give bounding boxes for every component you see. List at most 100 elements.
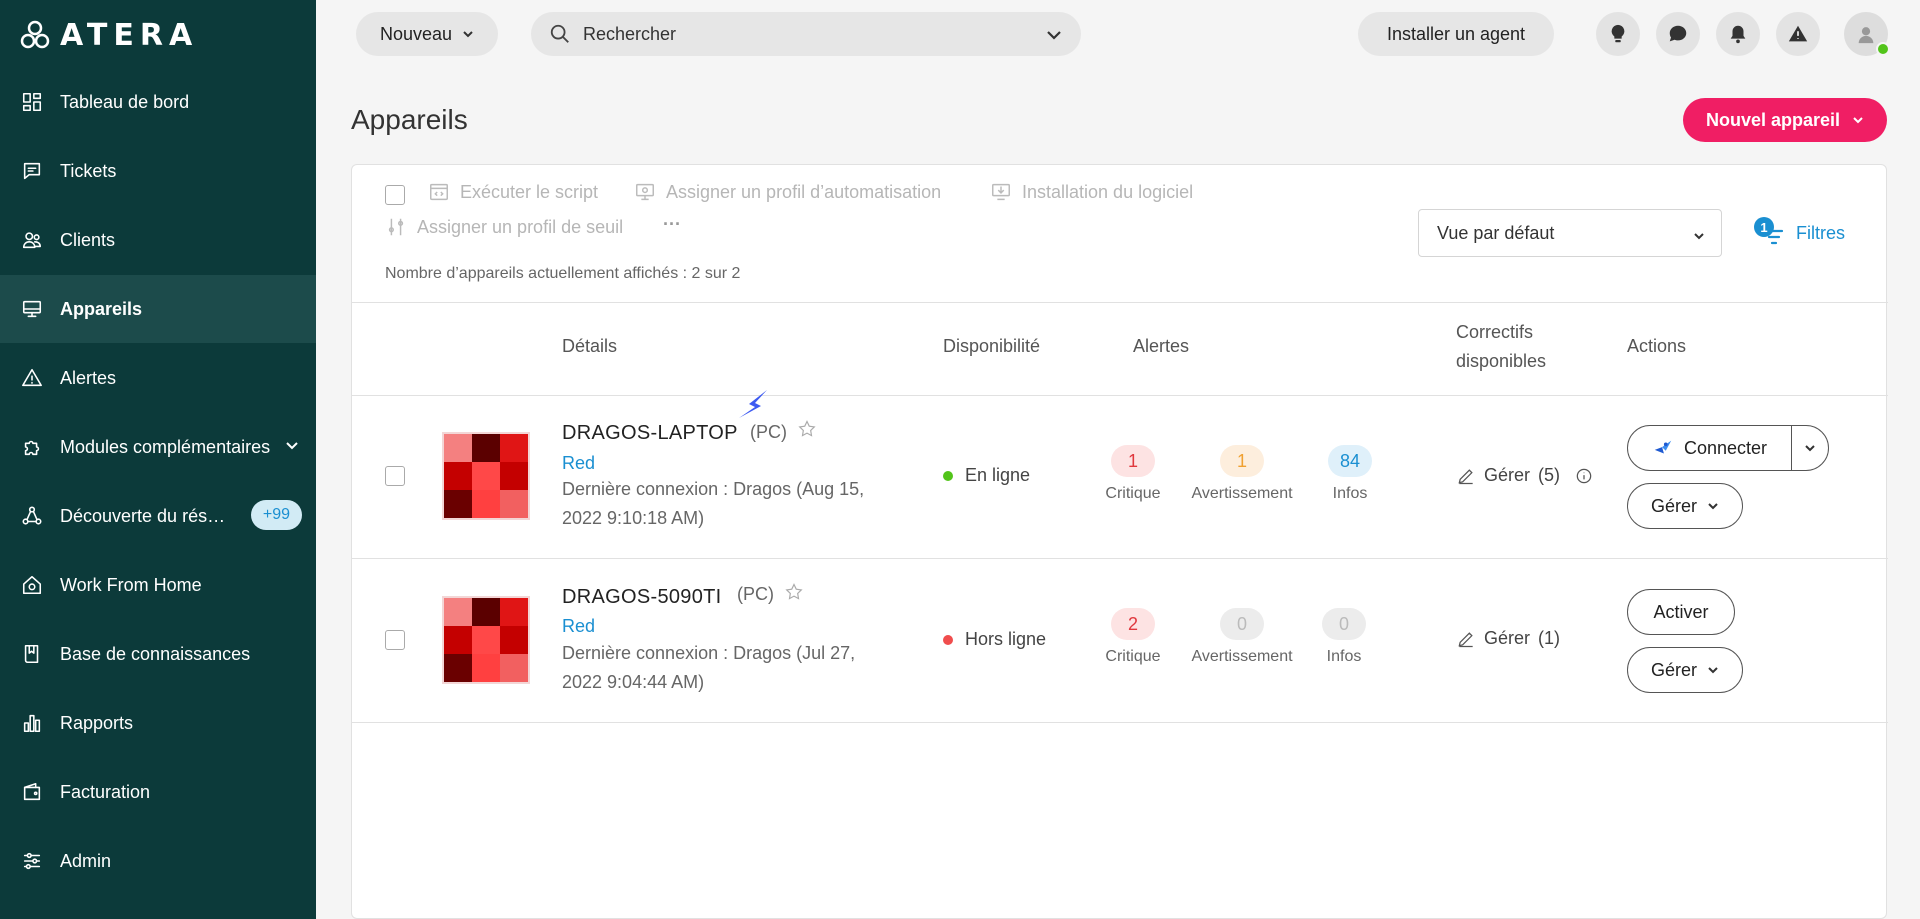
last-connection-line1: Dernière connexion : Dragos (Aug 15, <box>562 479 865 499</box>
new-menu-button[interactable]: Nouveau <box>356 12 498 56</box>
software-install-label: Installation du logiciel <box>1022 181 1194 202</box>
search-bar[interactable]: Rechercher <box>531 12 1081 56</box>
last-connection-text: Dernière connexion : Dragos (Aug 15, 202… <box>562 475 902 533</box>
device-client-link[interactable]: Red <box>562 453 595 474</box>
avatar[interactable] <box>1844 12 1890 56</box>
critical-count: 2 <box>1111 608 1155 640</box>
sidebar-item-label: Appareils <box>60 298 143 319</box>
sidebar-item-reports[interactable]: Rapports <box>0 689 316 757</box>
chevron-down-icon <box>462 24 474 45</box>
device-name-link[interactable]: DRAGOS-5090TI <box>562 586 722 609</box>
warning-alerts[interactable]: 1 Avertissement <box>1182 445 1302 503</box>
sidebar-item-clients[interactable]: Clients <box>0 206 316 274</box>
script-icon <box>430 183 448 201</box>
run-script-label: Exécuter le script <box>460 181 599 202</box>
sidebar-item-alerts[interactable]: Alertes <box>0 344 316 412</box>
sidebar-item-admin[interactable]: Admin <box>0 827 316 895</box>
home-icon <box>20 573 44 597</box>
status-dot <box>943 634 953 645</box>
filter-icon: 1 <box>1754 217 1786 249</box>
star-icon[interactable] <box>797 419 817 439</box>
info-count: 84 <box>1328 445 1372 477</box>
info-icon[interactable] <box>1574 466 1594 486</box>
manage-patches-label: Gérer <box>1484 628 1531 648</box>
column-header-patches-line1: Correctifs <box>1456 322 1534 342</box>
column-header-details[interactable]: Détails <box>562 332 617 361</box>
new-device-button[interactable]: Nouvel appareil <box>1683 98 1887 142</box>
row-checkbox[interactable] <box>385 466 405 486</box>
status-label: Hors ligne <box>965 629 1047 649</box>
logo-text: ATERA <box>60 17 199 53</box>
column-header-actions: Actions <box>1627 336 1687 356</box>
patch-count: (1) <box>1538 628 1561 648</box>
edit-icon <box>1458 631 1473 647</box>
chevron-down-icon <box>1853 117 1863 124</box>
manage-button[interactable]: Gérer <box>1627 483 1743 529</box>
device-client-link[interactable]: Red <box>562 616 595 637</box>
chevron-down-icon[interactable] <box>1045 26 1063 44</box>
info-alerts[interactable]: 0 Infos <box>1284 608 1404 666</box>
critical-alerts[interactable]: 2 Critique <box>1073 608 1193 666</box>
sidebar-item-network-discovery[interactable]: Découverte du rés… +99 <box>0 482 316 550</box>
count-badge: +99 <box>250 500 302 530</box>
chevron-down-icon <box>1707 660 1719 681</box>
sidebar-item-addons[interactable]: Modules complémentaires <box>0 413 316 481</box>
sidebar-item-dashboard[interactable]: Tableau de bord <box>0 68 316 136</box>
manage-button[interactable]: Gérer <box>1627 647 1743 693</box>
info-label: Infos <box>1326 648 1362 665</box>
sidebar-item-label: Modules complémentaires <box>60 436 271 457</box>
software-install-action[interactable]: Installation du logiciel <box>990 181 1193 203</box>
column-header-patches[interactable]: Correctifs disponibles <box>1456 318 1546 376</box>
critical-alerts[interactable]: 1 Critique <box>1073 445 1193 503</box>
info-alerts[interactable]: 84 Infos <box>1290 445 1410 503</box>
assign-threshold-action[interactable]: Assigner un profil de seuil <box>385 216 623 238</box>
info-count: 0 <box>1322 608 1366 640</box>
column-header-alerts[interactable]: Alertes <box>1133 332 1189 361</box>
filters-button[interactable]: 1 Filtres <box>1754 209 1845 257</box>
sidebar-item-work-from-home[interactable]: Work From Home <box>0 551 316 619</box>
star-icon[interactable] <box>784 582 804 602</box>
splashtop-icon <box>1654 440 1672 454</box>
last-connection-line1: Dernière connexion : Dragos (Jul 27, <box>562 643 856 663</box>
manage-patches-link[interactable]: Gérer (5) <box>1456 465 1594 486</box>
connect-options-dropdown[interactable] <box>1792 426 1828 470</box>
install-agent-button[interactable]: Installer un agent <box>1358 12 1554 56</box>
atera-logo[interactable]: ATERA <box>20 17 199 53</box>
column-header-patches-line2: disponibles <box>1456 351 1547 371</box>
search-input[interactable]: Rechercher <box>583 24 676 45</box>
dashboard-icon <box>20 90 44 114</box>
run-script-action[interactable]: Exécuter le script <box>428 181 598 203</box>
sidebar-item-knowledge-base[interactable]: Base de connaissances <box>0 620 316 688</box>
status-dot <box>943 470 953 481</box>
critical-count: 1 <box>1111 445 1155 477</box>
warnings-button[interactable] <box>1776 12 1820 56</box>
sidebar-item-billing[interactable]: Facturation <box>0 758 316 826</box>
assign-automation-action[interactable]: Assigner un profil d’automatisation <box>634 181 941 203</box>
divider <box>352 558 1888 559</box>
device-name-link[interactable]: DRAGOS-LAPTOP <box>562 422 738 445</box>
manage-label: Gérer <box>1650 659 1697 680</box>
sidebar-item-devices[interactable]: Appareils <box>0 275 316 343</box>
more-actions-button[interactable]: ··· <box>663 214 681 235</box>
manage-patches-link[interactable]: Gérer (1) <box>1456 628 1560 649</box>
arrow-pointer-icon <box>739 390 767 418</box>
devices-icon <box>20 297 44 321</box>
view-select[interactable]: Vue par défaut <box>1418 209 1722 257</box>
sidebar-item-label: Alertes <box>60 367 117 388</box>
sidebar-item-label: Clients <box>60 229 116 250</box>
new-device-label: Nouvel appareil <box>1705 109 1841 130</box>
row-checkbox[interactable] <box>385 630 405 650</box>
column-header-availability[interactable]: Disponibilité <box>943 332 1040 361</box>
activate-button[interactable]: Activer <box>1627 589 1735 635</box>
install-agent-label: Installer un agent <box>1386 23 1526 44</box>
sidebar-item-label: Work From Home <box>60 574 202 595</box>
select-all-checkbox[interactable] <box>385 185 405 205</box>
sidebar-item-tickets[interactable]: Tickets <box>0 137 316 205</box>
notifications-button[interactable] <box>1716 12 1760 56</box>
sliders-icon <box>20 849 44 873</box>
tips-button[interactable] <box>1596 12 1640 56</box>
new-menu-label: Nouveau <box>379 23 453 44</box>
alert-icon <box>20 366 44 390</box>
chat-button[interactable] <box>1656 12 1700 56</box>
connect-button[interactable]: Connecter <box>1628 426 1792 470</box>
